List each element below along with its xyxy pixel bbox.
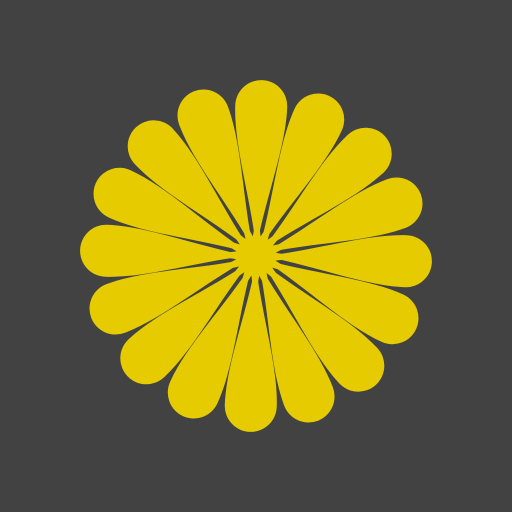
illustration-canvas [0,0,512,512]
yellow-flower-icon [80,80,432,432]
